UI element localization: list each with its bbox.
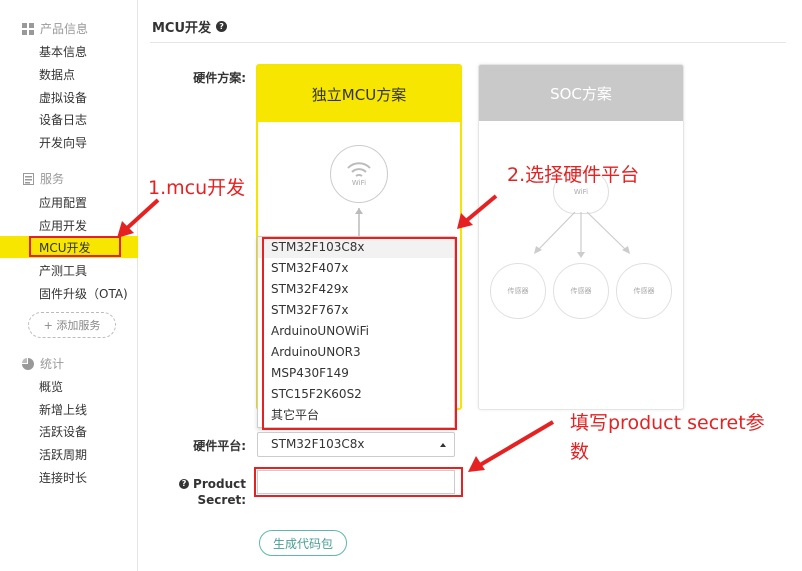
divider bbox=[150, 42, 786, 43]
product-secret-label: ? Product Secret: bbox=[170, 476, 246, 508]
wifi-label: WiFi bbox=[351, 179, 367, 187]
page-title: MCU开发 ? bbox=[152, 17, 228, 36]
annotation-box-platform bbox=[262, 237, 457, 430]
annotation-box-secret bbox=[254, 467, 463, 497]
sidebar-item-dev-guide[interactable]: 开发向导 bbox=[39, 134, 87, 151]
annotation-box-mcu bbox=[29, 236, 121, 257]
pie-chart-icon bbox=[22, 357, 34, 370]
sidebar-item-ota[interactable]: 固件升级（OTA) bbox=[39, 285, 128, 302]
sensor-icon: 传感器 bbox=[616, 263, 672, 319]
document-icon bbox=[22, 172, 34, 185]
connection-arrows bbox=[534, 211, 630, 258]
caret-up-icon bbox=[440, 443, 446, 447]
hardware-platform-select[interactable]: STM32F103C8x bbox=[257, 432, 455, 457]
sidebar-item-overview[interactable]: 概览 bbox=[39, 378, 63, 395]
grid-icon bbox=[22, 22, 34, 35]
label-line: Secret: bbox=[197, 493, 247, 507]
wifi-icon: WiFi bbox=[330, 145, 388, 203]
sidebar-item-active-period[interactable]: 活跃周期 bbox=[39, 446, 87, 463]
sidebar-item-connection-duration[interactable]: 连接时长 bbox=[39, 469, 87, 486]
section-title: 服务 bbox=[40, 172, 65, 186]
sensor-icon: 传感器 bbox=[490, 263, 546, 319]
annotation-step1: 1.mcu开发 bbox=[148, 177, 246, 199]
arrow-up-icon bbox=[355, 208, 363, 236]
hardware-platform-label: 硬件平台: bbox=[193, 439, 246, 453]
sidebar-item-datapoints[interactable]: 数据点 bbox=[39, 66, 75, 83]
help-icon[interactable]: ? bbox=[216, 21, 228, 32]
sidebar-item-app-dev[interactable]: 应用开发 bbox=[39, 217, 87, 234]
section-services: 服务 bbox=[22, 170, 64, 187]
sensor-label: 传感器 bbox=[633, 287, 655, 295]
select-value: STM32F103C8x bbox=[271, 437, 365, 451]
sensor-label: 传感器 bbox=[570, 287, 592, 295]
sensor-icon: 传感器 bbox=[553, 263, 609, 319]
hardware-scheme-label: 硬件方案: bbox=[193, 71, 246, 85]
wifi-label: WiFi bbox=[573, 188, 589, 196]
add-service-button[interactable]: + 添加服务 bbox=[28, 312, 116, 338]
page-title-text: MCU开发 bbox=[152, 21, 212, 36]
annotation-step3-line2: 数 bbox=[570, 441, 590, 463]
label-line: Product bbox=[193, 477, 246, 491]
sidebar-item-device-log[interactable]: 设备日志 bbox=[39, 111, 87, 128]
section-statistics: 统计 bbox=[22, 355, 64, 372]
sensor-label: 传感器 bbox=[507, 287, 529, 295]
generate-code-button[interactable]: 生成代码包 bbox=[259, 530, 347, 556]
sidebar-item-basic-info[interactable]: 基本信息 bbox=[39, 43, 87, 60]
annotation-step2: 2.选择硬件平台 bbox=[507, 164, 640, 186]
card-title: SOC方案 bbox=[479, 65, 683, 121]
sidebar-item-active-devices[interactable]: 活跃设备 bbox=[39, 423, 87, 440]
sidebar: 产品信息 基本信息 数据点 虚拟设备 设备日志 开发向导 服务 应用配置 应用开… bbox=[0, 0, 138, 571]
sidebar-item-app-config[interactable]: 应用配置 bbox=[39, 194, 87, 211]
card-title: 独立MCU方案 bbox=[258, 66, 460, 122]
section-product-info: 产品信息 bbox=[22, 20, 88, 37]
section-title: 统计 bbox=[40, 357, 65, 371]
sidebar-item-virtual-device[interactable]: 虚拟设备 bbox=[39, 89, 87, 106]
section-title: 产品信息 bbox=[40, 22, 89, 36]
help-icon[interactable]: ? bbox=[179, 479, 190, 489]
annotation-step3-line1: 填写product secret参 bbox=[570, 412, 765, 434]
sidebar-item-new-online[interactable]: 新增上线 bbox=[39, 401, 87, 418]
sidebar-item-production-test[interactable]: 产测工具 bbox=[39, 262, 87, 279]
